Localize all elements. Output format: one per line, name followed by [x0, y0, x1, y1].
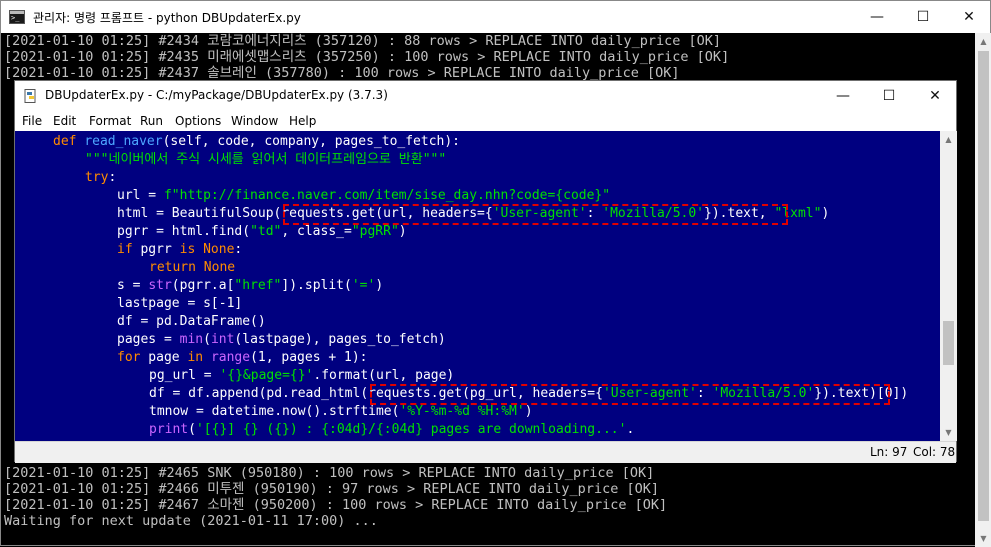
console-maximize-button[interactable]: ☐	[900, 1, 946, 33]
console-line: [2021-01-10 01:25] #2466 미투젠 (950190) : …	[4, 481, 659, 497]
code-line: pages = min(int(lastpage), pages_to_fetc…	[117, 332, 446, 347]
console-title-bar[interactable]: 관리자: 명령 프롬프트 - python DBUpdaterEx.py — ☐…	[1, 1, 990, 33]
console-scrollbar[interactable]: ▲ ▼	[975, 33, 991, 547]
menu-file[interactable]: File	[22, 112, 42, 130]
console-line: [2021-01-10 01:25] #2467 소마젠 (950200) : …	[4, 497, 668, 513]
console-scroll-thumb[interactable]	[978, 51, 989, 521]
code-line: try:	[85, 170, 117, 185]
menu-edit[interactable]: Edit	[53, 112, 76, 130]
idle-scroll-thumb[interactable]	[943, 321, 954, 365]
scroll-up-arrow-icon[interactable]: ▲	[940, 131, 957, 148]
idle-title-bar[interactable]: DBUpdaterEx.py - C:/myPackage/DBUpdaterE…	[15, 81, 956, 111]
column-number-indicator: Col: 78	[913, 445, 956, 459]
menu-help[interactable]: Help	[289, 112, 316, 130]
code-line: pgrr = html.find("td", class_="pgRR")	[117, 224, 407, 239]
highlight-requests-get-2	[370, 384, 890, 405]
code-line: lastpage = s[-1]	[117, 296, 243, 311]
scroll-down-arrow-icon[interactable]: ▼	[975, 530, 991, 547]
command-prompt-icon	[9, 10, 25, 24]
menu-run[interactable]: Run	[140, 112, 163, 130]
code-line: url = f"http://finance.naver.com/item/si…	[117, 188, 611, 203]
idle-status-bar: Ln: 97 Col: 78	[15, 441, 956, 463]
console-line: [2021-01-10 01:25] #2435 미래에셋맵스리츠 (35725…	[4, 49, 730, 65]
console-line: [2021-01-10 01:25] #2434 코람코에너지리츠 (35712…	[4, 33, 722, 49]
code-line: df = pd.DataFrame()	[117, 314, 266, 329]
code-line: print('[{}] {} ({}) : {:04d}/{:04d} page…	[149, 422, 635, 437]
idle-maximize-button[interactable]: ☐	[866, 80, 912, 112]
idle-editor-window[interactable]: DBUpdaterEx.py - C:/myPackage/DBUpdaterE…	[14, 80, 957, 463]
code-line: tmnow = datetime.now().strftime('%Y-%m-%…	[149, 404, 533, 419]
idle-minimize-button[interactable]: —	[820, 80, 866, 112]
code-line: return None	[149, 260, 236, 275]
code-line: """네이버에서 주식 시세를 읽어서 데이터프레임으로 반환"""	[85, 152, 447, 167]
menu-options[interactable]: Options	[175, 112, 221, 130]
highlight-requests-get-1	[283, 204, 788, 225]
idle-window-title: DBUpdaterEx.py - C:/myPackage/DBUpdaterE…	[45, 88, 388, 102]
console-line: Waiting for next update (2021-01-11 17:0…	[4, 513, 378, 529]
console-minimize-button[interactable]: —	[854, 1, 900, 33]
idle-close-button[interactable]: ✕	[912, 80, 958, 112]
code-editor[interactable]: [[[[[[[[[[[[[[[ def read_naver(self, cod…	[15, 131, 940, 441]
scroll-up-arrow-icon[interactable]: ▲	[975, 33, 991, 50]
console-window-title: 관리자: 명령 프롬프트 - python DBUpdaterEx.py	[33, 11, 301, 25]
console-line: [2021-01-10 01:25] #2465 SNK (950180) : …	[4, 465, 655, 481]
code-line: pg_url = '{}&page={}'.format(url, page)	[149, 368, 455, 383]
line-number-indicator: Ln: 97	[870, 445, 908, 459]
menu-window[interactable]: Window	[231, 112, 278, 130]
menu-format[interactable]: Format	[89, 112, 131, 130]
code-line: if pgrr is None:	[117, 242, 243, 257]
python-file-icon	[24, 89, 36, 103]
idle-scrollbar[interactable]: ▲ ▼	[940, 131, 957, 441]
code-line: def read_naver(self, code, company, page…	[53, 134, 461, 149]
idle-menu-bar: File Edit Format Run Options Window Help	[15, 111, 956, 131]
console-line: [2021-01-10 01:25] #2437 솔브레인 (357780) :…	[4, 65, 680, 81]
console-close-button[interactable]: ✕	[946, 1, 991, 33]
scroll-down-arrow-icon[interactable]: ▼	[940, 424, 957, 441]
code-line: for page in range(1, pages + 1):	[117, 350, 368, 365]
code-line: s = str(pgrr.a["href"]).split('=')	[117, 278, 384, 293]
